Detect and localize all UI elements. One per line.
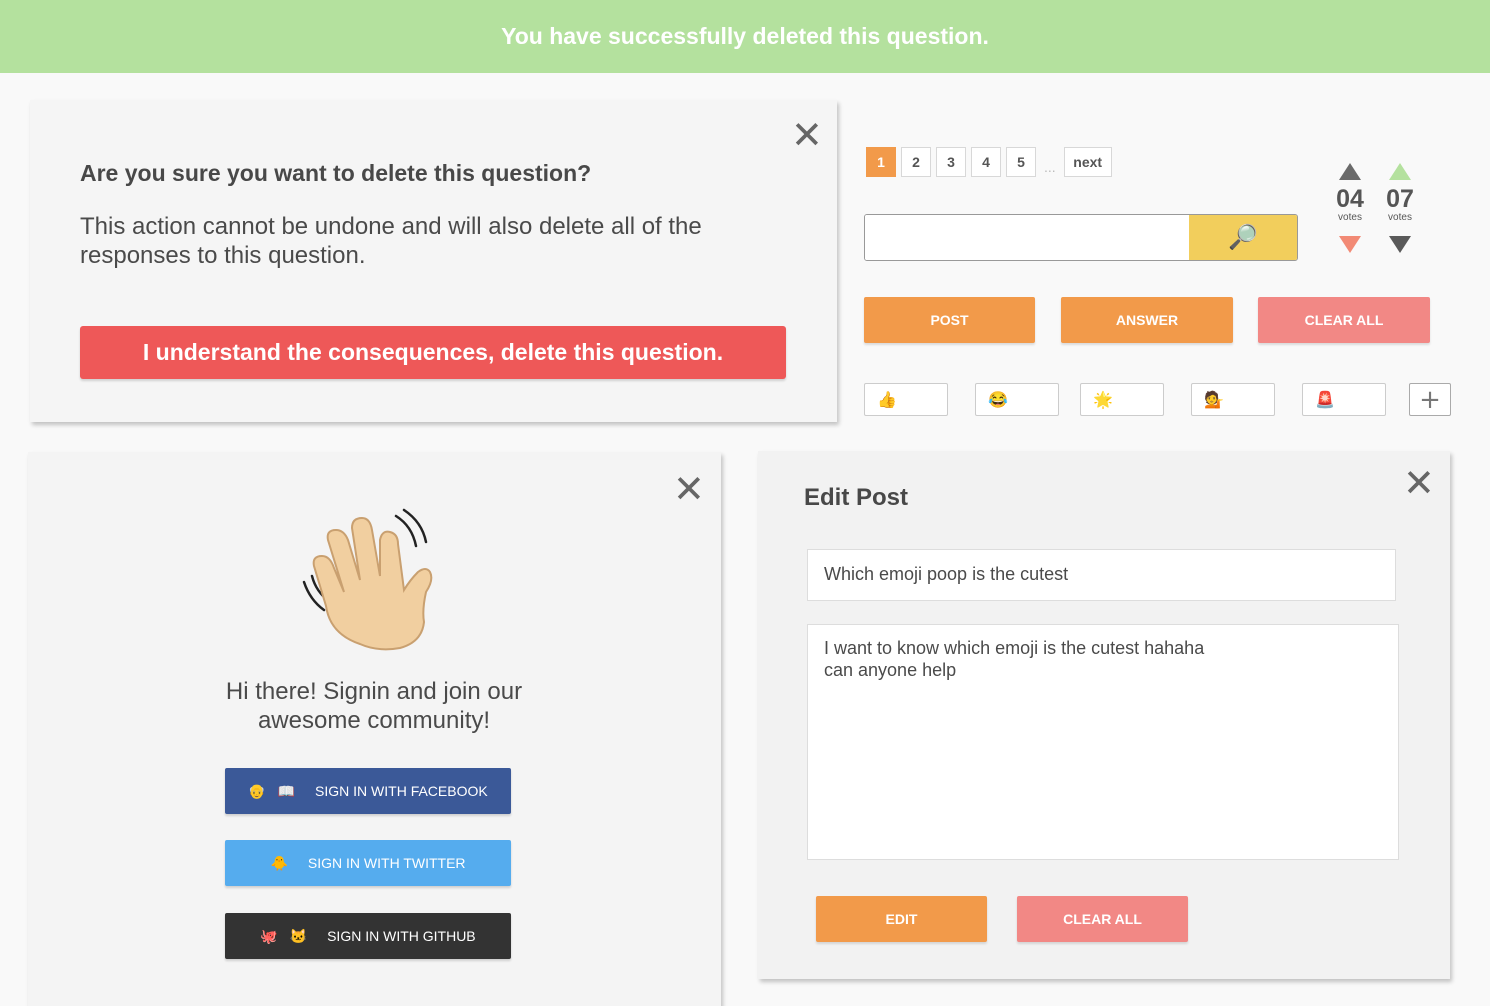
dialog-title: Are you sure you want to delete this que… (80, 160, 592, 186)
pagination-ellipsis: ... (1044, 159, 1056, 175)
twitter-icon: 🐥 (270, 854, 292, 871)
siren-icon: 🚨 (1315, 391, 1335, 409)
vote-label: votes (1388, 212, 1412, 223)
vote-widget: 07 votes (1378, 163, 1422, 253)
upvote-arrow-icon[interactable] (1389, 163, 1411, 180)
vote-count: 07 (1386, 185, 1414, 213)
reaction-button[interactable]: 👍 (864, 383, 948, 416)
thumbs-up-icon: 👍 (877, 391, 897, 409)
post-body-textarea[interactable]: I want to know which emoji is the cutest… (807, 624, 1399, 860)
search-bar: 🔎 (864, 214, 1298, 261)
facebook-icon: 👴 📖 (248, 782, 300, 799)
post-title-input[interactable]: Which emoji poop is the cutest (807, 549, 1396, 601)
page-5-button[interactable]: 5 (1006, 147, 1036, 177)
page-2-button[interactable]: 2 (901, 147, 931, 177)
confirm-delete-button[interactable]: I understand the consequences, delete th… (80, 326, 786, 379)
reaction-button[interactable]: 💁 (1191, 383, 1275, 416)
reaction-button[interactable]: 🚨 (1302, 383, 1386, 416)
github-icon: 🐙 🐱 (260, 927, 312, 944)
post-button[interactable]: POST (864, 297, 1035, 343)
laughing-icon: 😂 (988, 391, 1008, 409)
sparkle-star-icon: 🌟 (1093, 391, 1113, 409)
reaction-button[interactable]: 😂 (975, 383, 1059, 416)
edit-post-title: Edit Post (804, 484, 909, 511)
downvote-arrow-icon[interactable] (1389, 236, 1411, 253)
search-input[interactable] (865, 215, 1190, 260)
delete-question-dialog: ✕ Are you sure you want to delete this q… (30, 100, 837, 422)
pagination: 1 2 3 4 5 ... next (866, 147, 1117, 177)
facebook-signin-button[interactable]: 👴 📖 SIGN IN WITH FACEBOOK (225, 768, 511, 814)
close-icon[interactable]: ✕ (791, 116, 823, 154)
clear-all-button[interactable]: CLEAR ALL (1258, 297, 1430, 343)
signin-message: Hi there! Signin and join our awesome co… (225, 678, 523, 734)
close-icon[interactable]: ✕ (673, 470, 705, 508)
upvote-arrow-icon[interactable] (1339, 163, 1361, 180)
dialog-description: This action cannot be undone and will al… (80, 213, 702, 269)
vote-widget: 04 votes (1328, 163, 1372, 253)
edit-button[interactable]: EDIT (816, 896, 987, 942)
close-icon[interactable]: ✕ (1403, 464, 1435, 502)
page-3-button[interactable]: 3 (936, 147, 966, 177)
page-4-button[interactable]: 4 (971, 147, 1001, 177)
signin-dialog: ✕ Hi there! Signin and join our awesome … (28, 452, 721, 1006)
github-signin-button[interactable]: 🐙 🐱 SIGN IN WITH GITHUB (225, 913, 511, 959)
reaction-button[interactable]: 🌟 (1080, 383, 1164, 416)
waving-hand-icon (302, 508, 433, 651)
search-icon: 🔎 (1228, 224, 1258, 251)
vote-count: 04 (1336, 185, 1364, 213)
search-button[interactable]: 🔎 (1189, 215, 1297, 260)
success-banner: You have successfully deleted this quest… (0, 0, 1490, 73)
answer-button[interactable]: ANSWER (1061, 297, 1233, 343)
next-page-button[interactable]: next (1063, 147, 1112, 177)
person-icon: 💁 (1204, 391, 1224, 409)
success-message: You have successfully deleted this quest… (501, 23, 989, 49)
clear-all-button[interactable]: CLEAR ALL (1017, 896, 1188, 942)
edit-post-dialog: ✕ Edit Post Which emoji poop is the cute… (758, 451, 1450, 979)
add-reaction-button[interactable]: + (1409, 383, 1451, 416)
facebook-signin-label: SIGN IN WITH FACEBOOK (315, 783, 488, 799)
vote-label: votes (1338, 212, 1362, 223)
twitter-signin-label: SIGN IN WITH TWITTER (307, 855, 466, 871)
github-signin-label: SIGN IN WITH GITHUB (327, 928, 476, 944)
twitter-signin-button[interactable]: 🐥 SIGN IN WITH TWITTER (225, 840, 511, 886)
downvote-arrow-icon[interactable] (1339, 236, 1361, 253)
page-1-button[interactable]: 1 (866, 147, 896, 177)
